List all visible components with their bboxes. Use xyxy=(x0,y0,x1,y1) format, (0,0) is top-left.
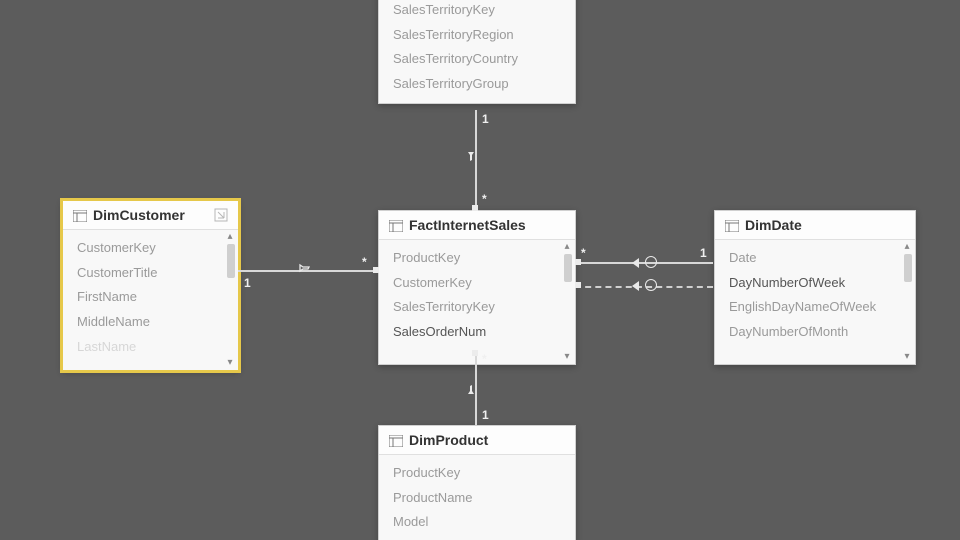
cardinality-one: 1 xyxy=(244,276,251,290)
scroll-up-icon[interactable]: ▴ xyxy=(225,232,235,242)
relationship-fact-date-inactive[interactable] xyxy=(575,286,713,288)
field[interactable]: DayNumberOfMonth xyxy=(729,320,911,345)
table-card-dimproduct[interactable]: DimProduct ProductKey ProductName Model xyxy=(378,425,576,540)
scroll-up-icon[interactable]: ▴ xyxy=(562,242,572,252)
field[interactable]: SalesTerritoryGroup xyxy=(393,72,571,97)
table-header-factinternetsales[interactable]: FactInternetSales xyxy=(379,211,575,240)
field-list-dimproduct: ProductKey ProductName Model xyxy=(379,455,575,540)
field[interactable]: CustomerKey xyxy=(77,236,234,261)
table-header-dimdate[interactable]: DimDate xyxy=(715,211,915,240)
field-list-dimdate: Date DayNumberOfWeek EnglishDayNameOfWee… xyxy=(715,240,915,364)
model-canvas[interactable]: SalesTerritoryKey SalesTerritoryRegion S… xyxy=(0,0,960,540)
cardinality-one: 1 xyxy=(700,246,707,260)
filter-direction-icon xyxy=(298,260,314,276)
table-title: DimDate xyxy=(745,217,802,233)
field[interactable]: EnglishDayNameOfWeek xyxy=(729,295,911,320)
filter-arrow-icon xyxy=(632,281,639,291)
table-icon xyxy=(73,209,87,221)
cardinality-one: 1 xyxy=(482,408,489,422)
cardinality-many: * xyxy=(581,246,586,260)
field[interactable]: SalesTerritoryRegion xyxy=(393,23,571,48)
table-title: DimProduct xyxy=(409,432,488,448)
field[interactable]: SalesTerritoryKey xyxy=(393,0,571,23)
table-card-dimcustomer[interactable]: DimCustomer CustomerKey CustomerTitle Fi… xyxy=(62,200,239,371)
filter-direction-icon xyxy=(463,380,479,396)
table-icon xyxy=(725,219,739,231)
field[interactable]: SalesTerritoryCountry xyxy=(393,47,571,72)
table-card-territory[interactable]: SalesTerritoryKey SalesTerritoryRegion S… xyxy=(378,0,576,104)
relationship-end-icon xyxy=(373,267,379,273)
field[interactable]: Model xyxy=(393,510,571,535)
cardinality-many: * xyxy=(482,192,487,206)
scroll-thumb[interactable] xyxy=(564,254,572,282)
field[interactable]: FirstName xyxy=(77,285,234,310)
relationship-end-icon xyxy=(575,282,581,288)
field-list-factinternetsales: ProductKey CustomerKey SalesTerritoryKey… xyxy=(379,240,575,364)
field[interactable]: Date xyxy=(729,246,911,271)
table-icon xyxy=(389,434,403,446)
relationship-end-icon xyxy=(575,259,581,265)
field[interactable]: SalesTerritoryKey xyxy=(393,295,571,320)
scroll-thumb[interactable] xyxy=(904,254,912,282)
relationship-node-icon xyxy=(645,256,657,268)
cardinality-many: * xyxy=(482,352,487,366)
field[interactable]: ProductKey xyxy=(393,461,571,486)
field[interactable]: ProductKey xyxy=(393,246,571,271)
field[interactable]: CustomerTitle xyxy=(77,261,234,286)
filter-direction-icon xyxy=(463,150,479,166)
scroll-down-icon[interactable]: ▾ xyxy=(562,352,572,362)
expand-icon[interactable] xyxy=(214,208,228,222)
table-title: FactInternetSales xyxy=(409,217,526,233)
field-list-dimcustomer: CustomerKey CustomerTitle FirstName Midd… xyxy=(63,230,238,370)
table-header-dimproduct[interactable]: DimProduct xyxy=(379,426,575,455)
relationship-node-icon xyxy=(645,279,657,291)
field[interactable]: ProductName xyxy=(393,486,571,511)
scroll-down-icon[interactable]: ▾ xyxy=(902,352,912,362)
table-icon xyxy=(389,219,403,231)
field[interactable]: CustomerKey xyxy=(393,271,571,296)
filter-arrow-icon xyxy=(632,258,639,268)
table-title: DimCustomer xyxy=(93,207,185,223)
table-card-factinternetsales[interactable]: FactInternetSales ProductKey CustomerKey… xyxy=(378,210,576,365)
cardinality-many: * xyxy=(362,255,367,269)
field[interactable]: LastName xyxy=(77,335,234,360)
relationship-end-icon xyxy=(472,205,478,211)
cardinality-one: 1 xyxy=(482,112,489,126)
table-card-dimdate[interactable]: DimDate Date DayNumberOfWeek EnglishDayN… xyxy=(714,210,916,365)
relationship-fact-date-active[interactable] xyxy=(575,262,713,264)
field[interactable]: DayNumberOfWeek xyxy=(729,271,911,296)
field[interactable]: SalesOrderNum xyxy=(393,320,571,345)
field-list-territory: SalesTerritoryKey SalesTerritoryRegion S… xyxy=(379,0,575,103)
table-header-dimcustomer[interactable]: DimCustomer xyxy=(63,201,238,230)
field[interactable]: MiddleName xyxy=(77,310,234,335)
relationship-end-icon xyxy=(472,350,478,356)
scroll-thumb[interactable] xyxy=(227,244,235,278)
scroll-down-icon[interactable]: ▾ xyxy=(225,358,235,368)
scroll-up-icon[interactable]: ▴ xyxy=(902,242,912,252)
